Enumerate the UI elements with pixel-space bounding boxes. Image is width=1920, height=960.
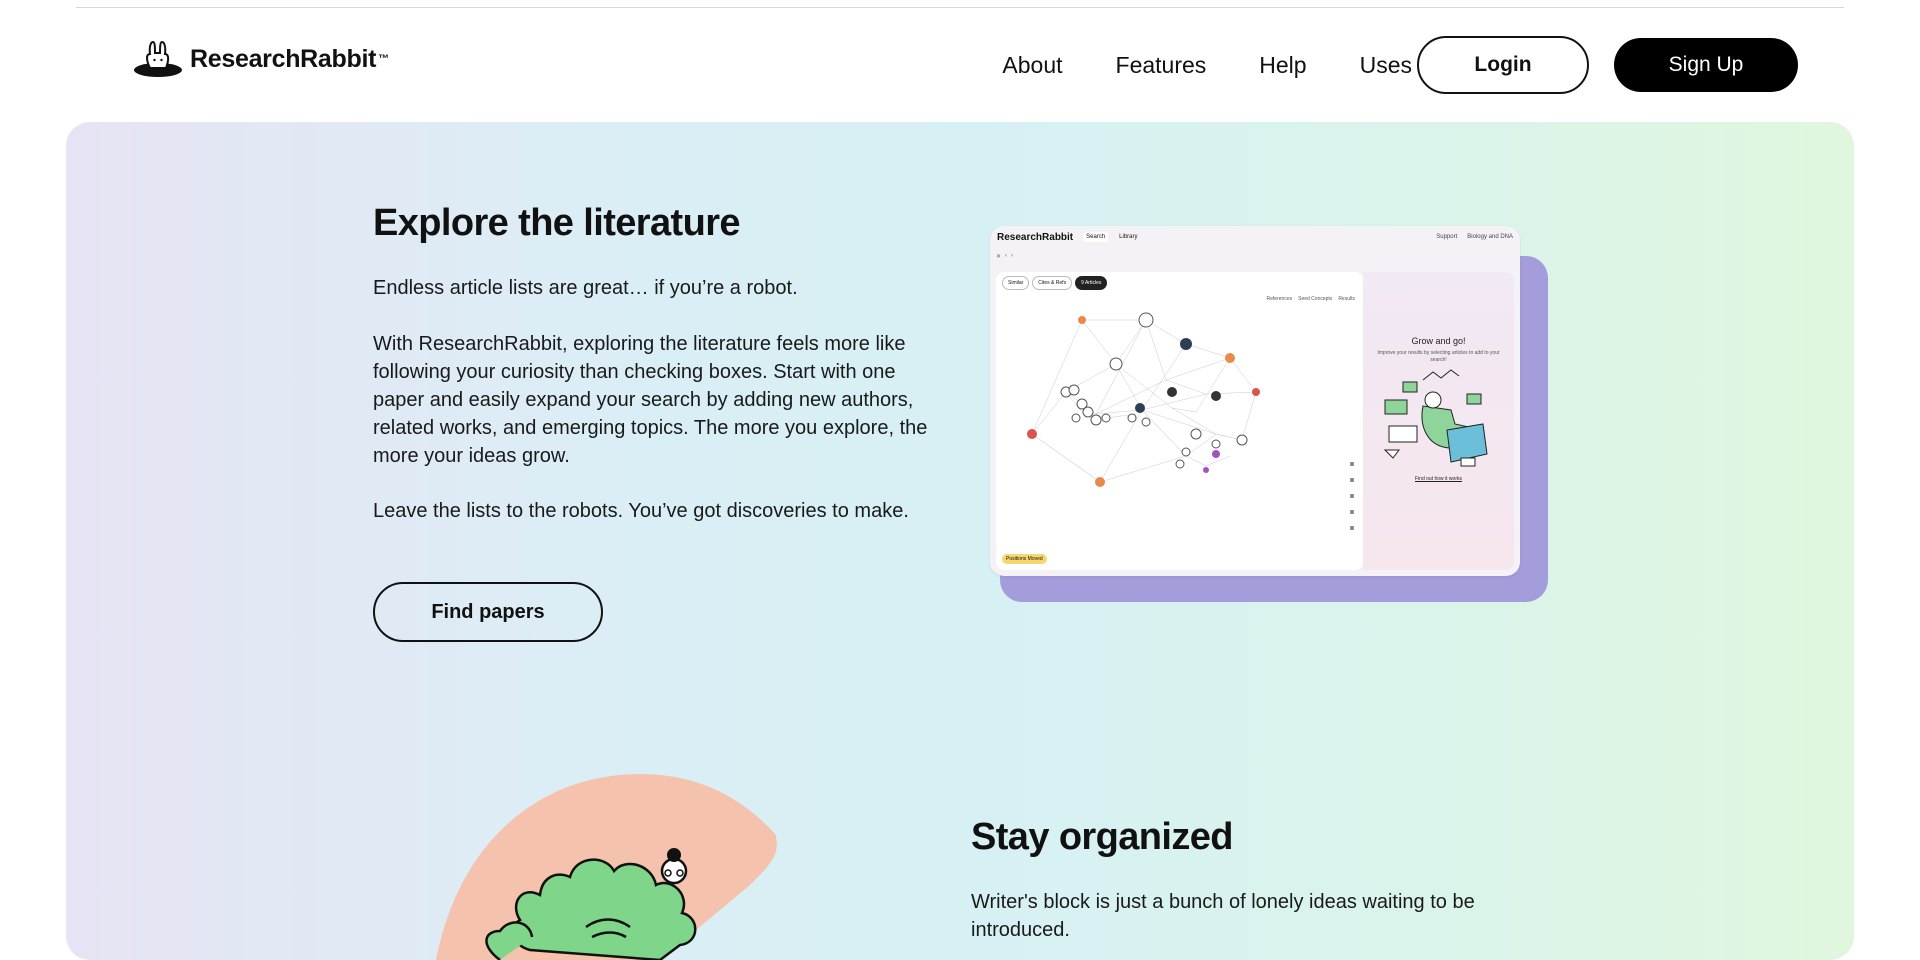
side-panel: Grow and go! Improve your results by sel… bbox=[1363, 272, 1514, 570]
brand-name: ResearchRabbit bbox=[190, 44, 377, 73]
signup-button[interactable]: Sign Up bbox=[1614, 38, 1798, 92]
screenshot-right-links: Support Biology and DNA bbox=[1436, 234, 1513, 240]
nav-help[interactable]: Help bbox=[1259, 52, 1306, 79]
positions-moved-pill: Positions Moved bbox=[1002, 554, 1047, 564]
screenshot-brand: ResearchRabbit bbox=[997, 231, 1074, 243]
nav-uses[interactable]: Uses bbox=[1360, 52, 1412, 79]
explore-intro: Endless article lists are great… if you’… bbox=[373, 277, 798, 299]
logo[interactable]: ResearchRabbit ™ bbox=[132, 40, 389, 78]
main-nav: About Features Help Uses Login Sign Up bbox=[1002, 36, 1798, 94]
find-papers-button[interactable]: Find papers bbox=[373, 582, 603, 642]
explore-title: Explore the literature bbox=[373, 202, 741, 244]
organized-body: Writer's block is just a bunch of lonely… bbox=[971, 891, 1475, 941]
nav-about[interactable]: About bbox=[1002, 52, 1062, 79]
nav-features[interactable]: Features bbox=[1116, 52, 1207, 79]
trademark: ™ bbox=[378, 53, 390, 65]
organized-title: Stay organized bbox=[971, 816, 1233, 858]
screenshot-collection: Biology and DNA bbox=[1467, 234, 1513, 240]
close-icon: ✕ bbox=[996, 253, 1002, 260]
screenshot-tab-library: Library bbox=[1119, 234, 1138, 240]
screenshot-topbar: ResearchRabbit Search Library Support Bi… bbox=[990, 226, 1520, 248]
rabbit-logo-icon bbox=[134, 40, 182, 77]
how-it-works-link: Find out how it works bbox=[1415, 476, 1462, 482]
citation-graph bbox=[1027, 312, 1354, 530]
app-screenshot: ResearchRabbit Search Library Support Bi… bbox=[990, 226, 1520, 576]
screenshot-toolbar: ✕ ‹ › bbox=[996, 248, 1514, 264]
rabbit-bush-illustration-icon bbox=[436, 774, 777, 960]
explore-closing: Leave the lists to the robots. You’ve go… bbox=[373, 500, 909, 522]
hero-section: Explore the literature Endless article l… bbox=[66, 122, 1854, 960]
chevron-right-icon: › bbox=[1011, 253, 1014, 259]
screenshot-support: Support bbox=[1436, 234, 1458, 240]
graph-panel: Similar Cites & Refs 9 Articles Referenc… bbox=[996, 272, 1363, 570]
chevron-left-icon: ‹ bbox=[1005, 253, 1008, 259]
screenshot-tab-search: Search bbox=[1083, 232, 1109, 242]
side-title: Grow and go! bbox=[1411, 336, 1466, 346]
side-subtitle: Improve your results by selecting articl… bbox=[1377, 350, 1500, 363]
rabbit-reading-illustration-icon bbox=[1383, 369, 1488, 467]
site-header: ResearchRabbit ™ About Features Help Uses… bbox=[0, 0, 1920, 122]
login-button[interactable]: Login bbox=[1417, 36, 1589, 94]
explore-body: With ResearchRabbit, exploring the liter… bbox=[373, 333, 928, 467]
